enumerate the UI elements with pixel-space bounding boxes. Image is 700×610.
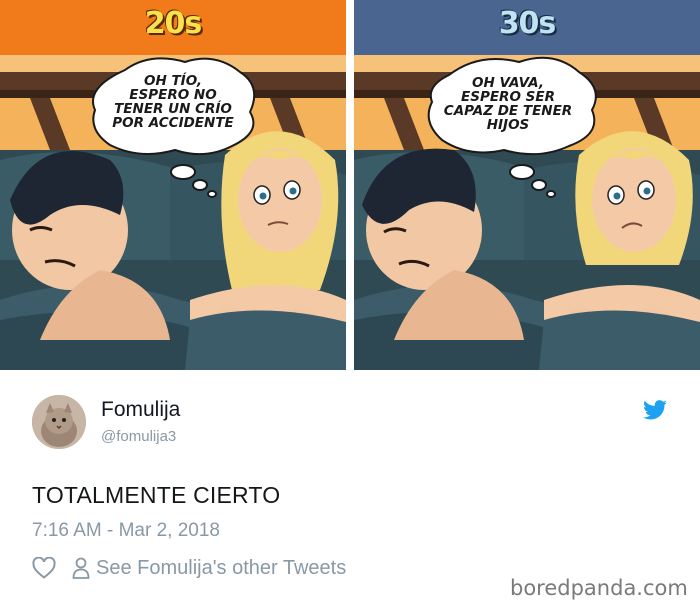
tweet-text: TOTALMENTE CIERTO (32, 482, 281, 508)
comic-image: 20s OH TÍO, ESPERO NO TENER UN CRÍO POR … (0, 0, 700, 370)
comic-panel-20s-art (0, 0, 346, 370)
heart-icon[interactable] (32, 557, 56, 579)
panel-title-30s: 30s (498, 6, 557, 41)
speech-bubble-30s: OH VAVA, ESPERO SER CAPAZ DE TENER HIJOS (443, 75, 573, 133)
twitter-bird-icon[interactable] (643, 400, 667, 420)
avatar[interactable] (32, 395, 86, 449)
panel-title-20s: 20s (144, 6, 203, 41)
avatar-cat-icon (32, 395, 86, 449)
see-other-tweets-link[interactable]: See Fomulija's other Tweets (96, 557, 346, 580)
comic-panel-20s: 20s OH TÍO, ESPERO NO TENER UN CRÍO POR … (0, 0, 346, 370)
tweet-actions: See Fomulija's other Tweets (32, 556, 346, 580)
comic-panel-30s-art (354, 0, 700, 370)
comic-panel-30s: 30s OH VAVA, ESPERO SER CAPAZ DE TENER H… (354, 0, 700, 370)
user-handle[interactable]: @fomulija3 (101, 428, 176, 445)
person-icon (72, 557, 90, 579)
tweet-card: Fomulija @fomulija3 TOTALMENTE CIERTO 7:… (0, 370, 700, 610)
watermark: boredpanda.com (510, 576, 688, 600)
speech-bubble-20s: OH TÍO, ESPERO NO TENER UN CRÍO POR ACCI… (112, 73, 234, 131)
display-name[interactable]: Fomulija (101, 398, 180, 422)
tweet-timestamp[interactable]: 7:16 AM - Mar 2, 2018 (32, 520, 220, 542)
